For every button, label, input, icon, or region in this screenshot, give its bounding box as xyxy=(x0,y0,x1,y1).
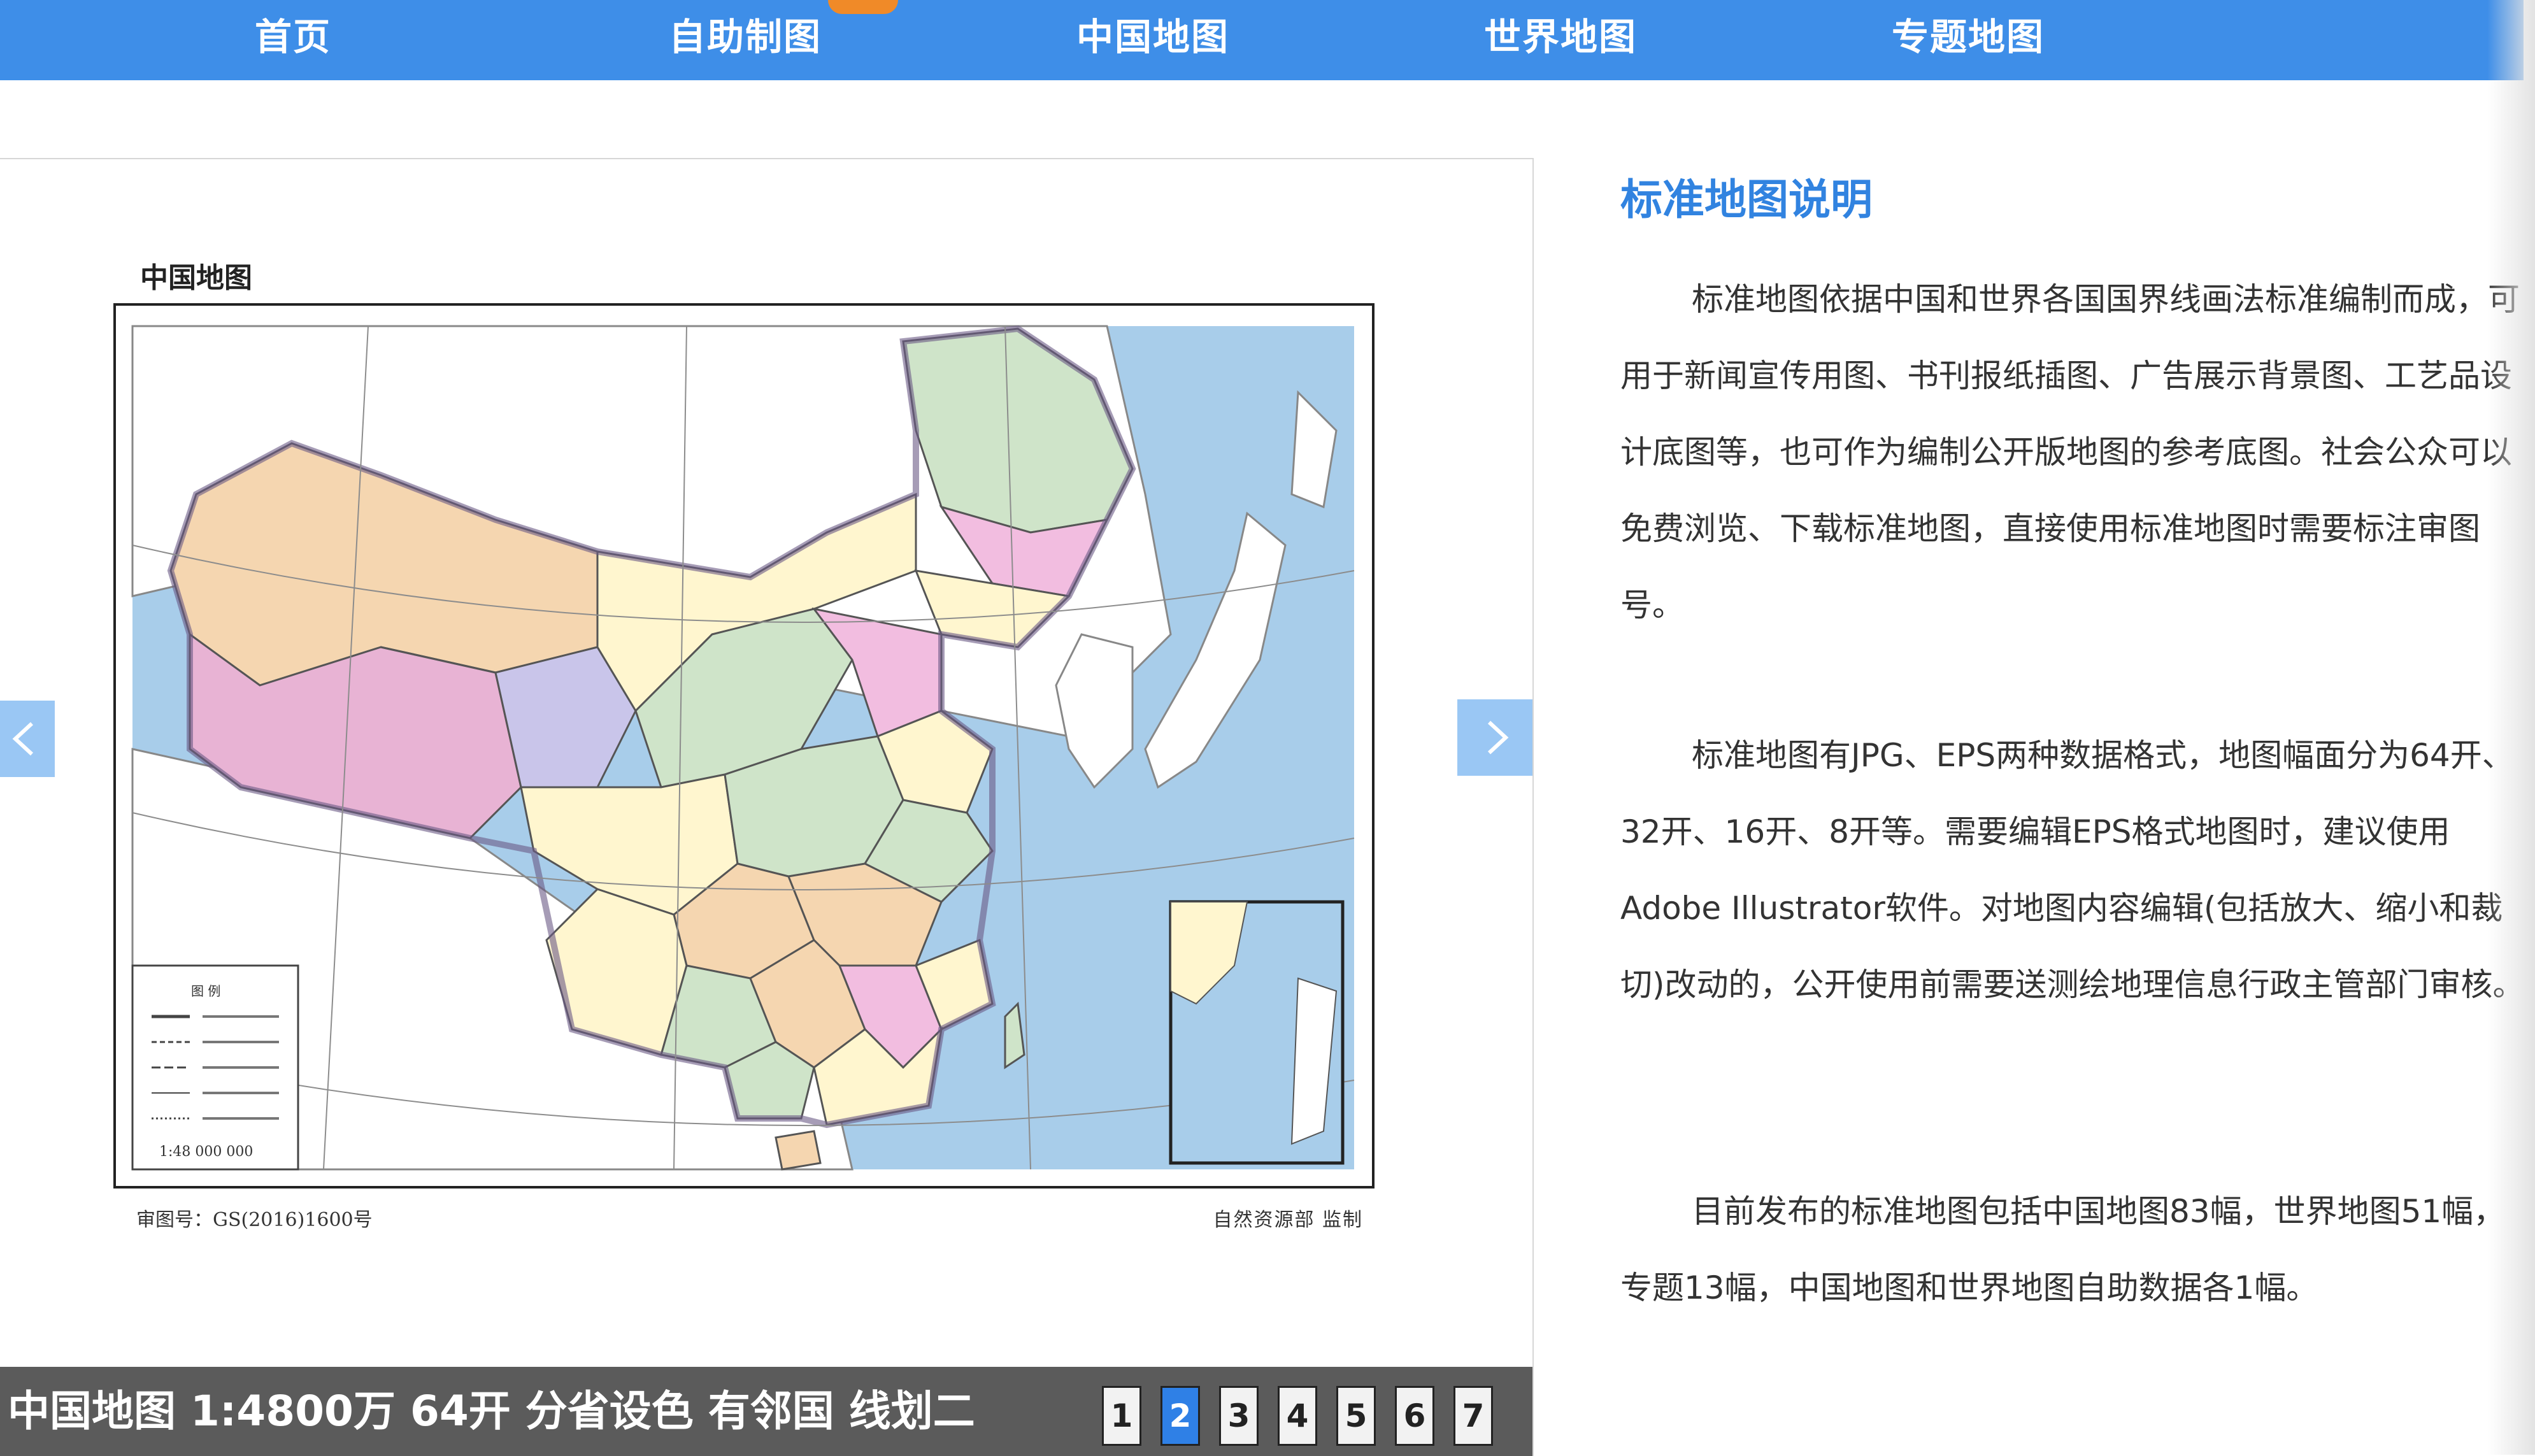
info-paragraph-2: 标准地图有JPG、EPS两种数据格式，地图幅面分为64开、32开、16开、8开等… xyxy=(1620,737,2525,1003)
map-publisher: 自然资源部 监制 xyxy=(1213,1209,1363,1231)
slide-caption-bar: 中国地图 1:4800万 64开 分省设色 有邻国 线划二 1 2 3 4 5 … xyxy=(0,1367,1532,1456)
china-map-image[interactable] xyxy=(113,303,1375,1188)
nav-home[interactable]: 首页 xyxy=(229,0,357,75)
nav-self-mapping[interactable]: 自助制图 xyxy=(650,0,841,75)
info-paragraph-3: 目前发布的标准地图包括中国地图83幅，世界地图51幅，专题13幅，中国地图和世界… xyxy=(1620,1193,2506,1306)
legend-title: 图 例 xyxy=(191,983,221,999)
page-button-4[interactable]: 4 xyxy=(1278,1386,1317,1446)
page-button-7[interactable]: 7 xyxy=(1453,1386,1493,1446)
page-button-6[interactable]: 6 xyxy=(1395,1386,1434,1446)
info-paragraph-1: 标准地图依据中国和世界各国国界线画法标准编制而成，可用于新闻宣传用图、书刊报纸插… xyxy=(1620,281,2520,624)
slide-caption: 中国地图 1:4800万 64开 分省设色 有邻国 线划二 xyxy=(8,1387,975,1436)
province-hainan xyxy=(775,1130,822,1171)
top-nav: 首页 自助制图 中国地图 世界地图 专题地图 xyxy=(0,0,2524,80)
nav-china-map[interactable]: 中国地图 xyxy=(1057,0,1248,75)
slider-prev-button[interactable] xyxy=(0,701,55,777)
chevron-left-icon xyxy=(12,722,34,756)
page-button-5[interactable]: 5 xyxy=(1336,1386,1376,1446)
chevron-right-icon xyxy=(1487,720,1509,755)
nav-hover-indicator xyxy=(828,0,898,14)
nav-world-map[interactable]: 世界地图 xyxy=(1465,0,1656,75)
info-title: 标准地图说明 xyxy=(1620,175,1873,224)
page-button-3[interactable]: 3 xyxy=(1219,1386,1259,1446)
page-edge-shadow xyxy=(2487,0,2535,1455)
nav-thematic-map[interactable]: 专题地图 xyxy=(1873,0,2064,75)
map-title: 中国地图 xyxy=(140,262,252,294)
page-button-2[interactable]: 2 xyxy=(1160,1386,1200,1446)
slider-next-button[interactable] xyxy=(1457,699,1532,776)
approval-number: 审图号：GS(2016)1600号 xyxy=(136,1209,373,1231)
legend-scale: 1:48 000 000 xyxy=(159,1144,254,1160)
page-button-1[interactable]: 1 xyxy=(1102,1386,1141,1446)
map-slider: 中国地图 图 例 1:48 000 000 审图号：GS(2016)1600号 … xyxy=(0,158,1534,1456)
